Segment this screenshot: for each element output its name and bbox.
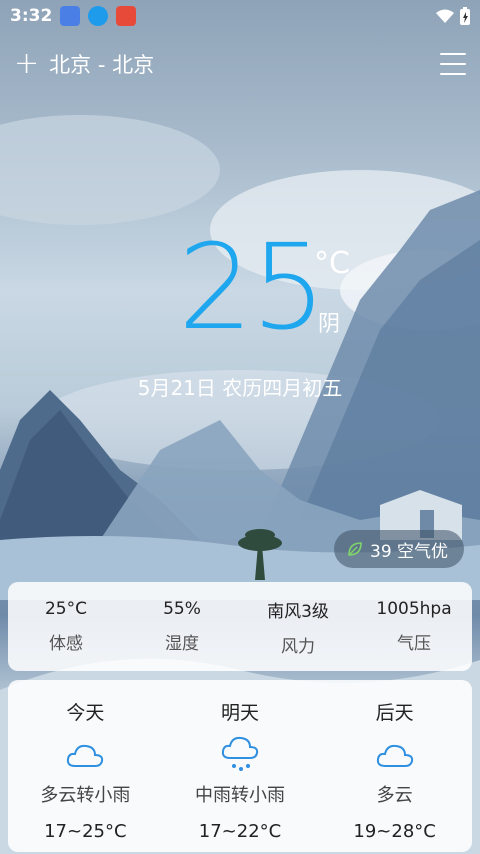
download-icon — [88, 6, 109, 26]
forecast-day-tomorrow[interactable]: 明天 中雨转小雨 17~22°C — [170, 680, 310, 852]
cloud-icon — [325, 735, 465, 775]
forecast-desc: 多云转小雨 — [40, 785, 131, 806]
app-store-icon — [116, 6, 137, 26]
status-bar: 3:32 — [0, 0, 480, 32]
forecast-range: 17~22°C — [198, 821, 282, 842]
detail-value: 25°C — [44, 599, 87, 619]
detail-wind: 南风3级 风力 — [243, 597, 353, 657]
menu-icon[interactable] — [440, 53, 466, 75]
detail-label: 湿度 — [165, 634, 199, 654]
weather-condition: 阴 — [318, 312, 341, 337]
forecast-day-name: 明天 — [220, 702, 259, 724]
date-lunar: 5月21日 农历四月初五 — [137, 376, 343, 400]
forecast-day-name: 今天 — [66, 702, 105, 724]
status-indicators — [436, 7, 470, 25]
weather-details-card: 25°C 体感 55% 湿度 南风3级 风力 1005hpa 气压 — [8, 582, 472, 671]
add-city-icon[interactable]: + — [14, 49, 39, 79]
detail-value: 55% — [163, 599, 201, 619]
forecast-day-after[interactable]: 后天 多云 19~28°C — [325, 680, 465, 852]
detail-label: 体感 — [49, 634, 83, 654]
top-bar: + 北京 - 北京 — [0, 44, 480, 84]
detail-value: 1005hpa — [376, 599, 452, 619]
status-time: 3:32 — [10, 6, 53, 26]
temperature-unit: °C — [314, 246, 350, 281]
air-quality-badge[interactable]: 39 空气优 — [334, 530, 464, 568]
forecast-range: 17~25°C — [44, 821, 127, 842]
aqi-label: 39 空气优 — [370, 541, 449, 562]
leaf-icon — [348, 542, 362, 556]
rain-icon — [170, 735, 310, 775]
detail-label: 气压 — [397, 634, 431, 654]
forecast-range: 19~28°C — [353, 821, 436, 842]
city-title[interactable]: 北京 - 北京 — [49, 49, 154, 79]
app-notification-icon — [60, 6, 81, 26]
detail-value: 南风3级 — [267, 601, 329, 622]
forecast-desc: 中雨转小雨 — [194, 785, 285, 806]
detail-pressure: 1005hpa 气压 — [359, 599, 469, 654]
forecast-card: 今天 多云转小雨 17~25°C 明天 中雨转小雨 17~22°C 后天 多云 … — [8, 680, 472, 852]
detail-feels-like: 25°C 体感 — [11, 599, 121, 654]
cloud-icon — [15, 735, 155, 775]
battery-icon — [460, 7, 470, 25]
forecast-desc: 多云 — [376, 785, 413, 806]
forecast-day-today[interactable]: 今天 多云转小雨 17~25°C — [15, 680, 155, 852]
forecast-day-name: 后天 — [375, 702, 414, 724]
wifi-icon — [436, 9, 454, 23]
current-temperature: 25 — [178, 218, 326, 356]
detail-label: 风力 — [281, 636, 315, 657]
detail-humidity: 55% 湿度 — [127, 599, 237, 654]
